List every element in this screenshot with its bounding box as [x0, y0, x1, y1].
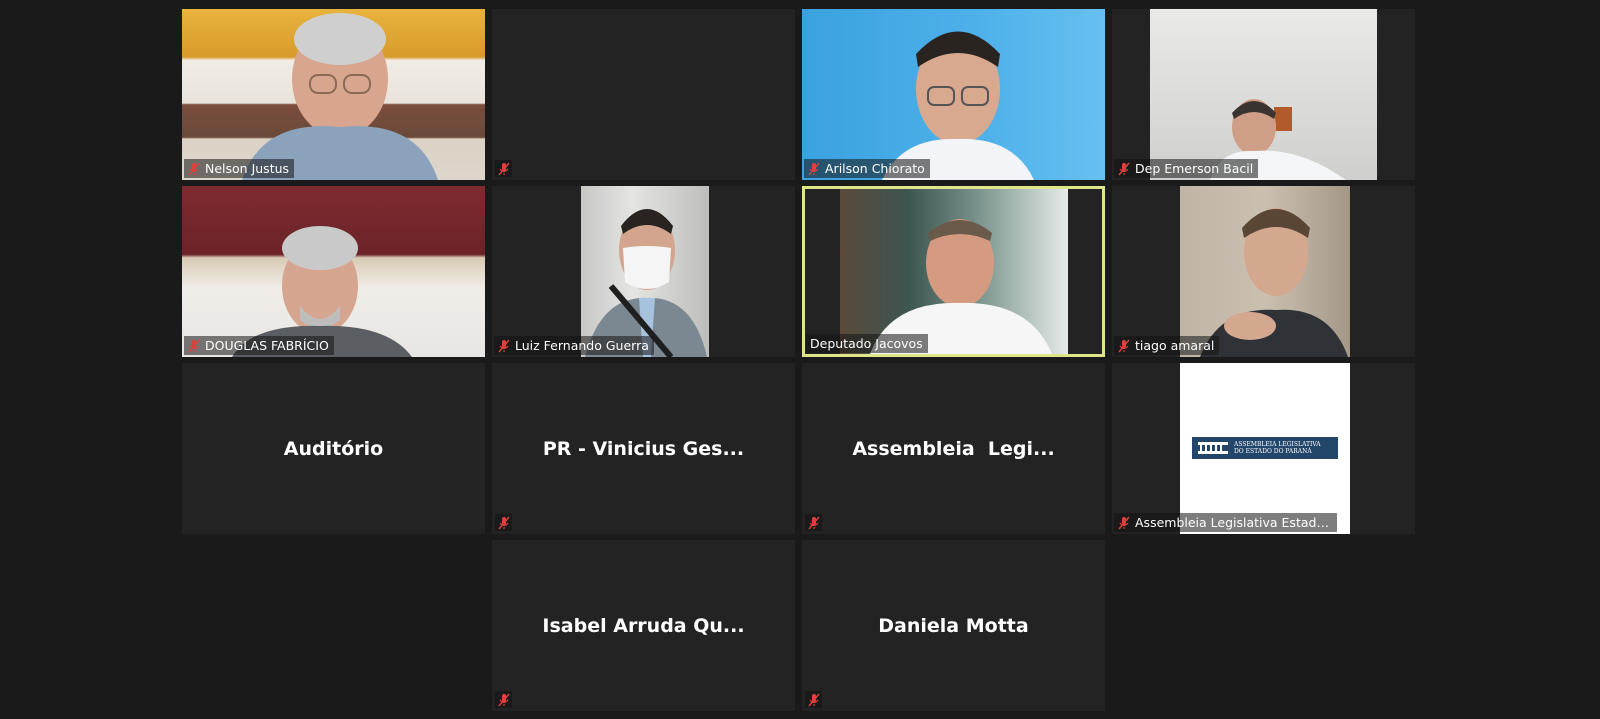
video-tile-tiago-amaral[interactable]: tiago amaral: [1112, 186, 1415, 357]
participant-video-image: [882, 31, 1034, 180]
video-feed: [182, 9, 485, 180]
participant-video-image: [1200, 208, 1348, 357]
participant-video-image: [232, 226, 412, 357]
building-logo-icon: [1198, 442, 1228, 454]
microphone-muted-icon: [497, 162, 510, 175]
video-feed: ASSEMBLEIA LEGISLATIVA DO ESTADO DO PARA…: [1180, 363, 1350, 534]
participant-name-centered: Isabel Arruda Qu...: [542, 614, 745, 637]
microphone-muted-icon: [807, 516, 820, 529]
video-tile-auditorio[interactable]: Auditório: [182, 363, 485, 534]
microphone-muted-icon: [1118, 339, 1130, 352]
video-tile-isabel-arruda[interactable]: Isabel Arruda Qu...: [492, 540, 795, 711]
participant-name: Nelson Justus: [205, 161, 290, 176]
microphone-muted-icon: [497, 693, 510, 706]
video-feed: [1180, 186, 1350, 357]
mute-indicator: [805, 514, 822, 531]
video-tile-nelson-justus[interactable]: Nelson Justus: [182, 9, 485, 180]
mute-indicator: [495, 691, 512, 708]
participant-name-tag: Deputado Jacovos: [806, 334, 928, 353]
participant-name: Dep Emerson Bacil: [1135, 161, 1254, 176]
participant-name: Luiz Fernando Guerra: [515, 338, 649, 353]
participant-video-image: [1210, 99, 1346, 180]
microphone-muted-icon: [497, 516, 510, 529]
participant-name-centered: PR - Vinicius Ges...: [542, 437, 745, 460]
microphone-muted-icon: [1118, 516, 1130, 529]
participant-name-tag: tiago amaral: [1114, 336, 1220, 355]
mute-indicator: [805, 691, 822, 708]
participant-name-tag: Nelson Justus: [184, 159, 295, 178]
video-tile-luiz-fernando-guerra[interactable]: Luiz Fernando Guerra: [492, 186, 795, 357]
video-tile-assembleia-legislativa-estado[interactable]: ASSEMBLEIA LEGISLATIVA DO ESTADO DO PARA…: [1112, 363, 1415, 534]
microphone-muted-icon: [188, 162, 200, 175]
participant-name: DOUGLAS FABRÍCIO: [205, 338, 329, 353]
participant-name: Deputado Jacovos: [810, 336, 923, 351]
microphone-muted-icon: [808, 162, 820, 175]
participant-name-tag: DOUGLAS FABRÍCIO: [184, 336, 334, 355]
participant-video-image: [870, 219, 1052, 354]
video-feed: [1150, 9, 1377, 180]
participant-name-tag: Luiz Fernando Guerra: [494, 336, 654, 355]
mute-indicator: [495, 514, 512, 531]
assembleia-logo: ASSEMBLEIA LEGISLATIVA DO ESTADO DO PARA…: [1192, 437, 1338, 459]
video-feed: [581, 186, 709, 357]
video-tile-dep-emerson-bacil[interactable]: Dep Emerson Bacil: [1112, 9, 1415, 180]
video-tile-douglas-fabricio[interactable]: DOUGLAS FABRÍCIO: [182, 186, 485, 357]
video-tile-daniela-motta[interactable]: Daniela Motta: [802, 540, 1105, 711]
participant-name: Arilson Chiorato: [825, 161, 925, 176]
microphone-muted-icon: [188, 339, 200, 352]
participant-name: Assembleia Legislativa Estado ...: [1135, 515, 1332, 530]
video-tile-empty[interactable]: [492, 9, 795, 180]
logo-line-2: DO ESTADO DO PARANÁ: [1234, 448, 1312, 455]
participant-name-tag: Arilson Chiorato: [804, 159, 930, 178]
participant-video-image: [585, 209, 707, 357]
participant-name-tag: Assembleia Legislativa Estado ...: [1114, 513, 1337, 532]
participant-name-tag: Dep Emerson Bacil: [1114, 159, 1259, 178]
microphone-muted-icon: [807, 693, 820, 706]
video-feed: [802, 9, 1105, 180]
participant-video-image: [242, 13, 438, 180]
participant-name-centered: Assembleia Legi...: [852, 437, 1055, 460]
video-feed: [182, 186, 485, 357]
participant-name: tiago amaral: [1135, 338, 1215, 353]
logo-line-1: ASSEMBLEIA LEGISLATIVA: [1234, 441, 1321, 448]
video-tile-assembleia-legi[interactable]: Assembleia Legi...: [802, 363, 1105, 534]
participant-name-centered: Daniela Motta: [878, 614, 1029, 637]
microphone-muted-icon: [498, 339, 510, 352]
microphone-muted-icon: [1118, 162, 1130, 175]
video-tile-deputado-jacovos-active-speaker[interactable]: Deputado Jacovos: [802, 186, 1105, 357]
video-tile-pr-vinicius[interactable]: PR - Vinicius Ges...: [492, 363, 795, 534]
participant-name-centered: Auditório: [283, 437, 384, 460]
video-feed: [840, 189, 1068, 354]
video-tile-arilson-chiorato[interactable]: Arilson Chiorato: [802, 9, 1105, 180]
mute-indicator: [495, 160, 512, 177]
